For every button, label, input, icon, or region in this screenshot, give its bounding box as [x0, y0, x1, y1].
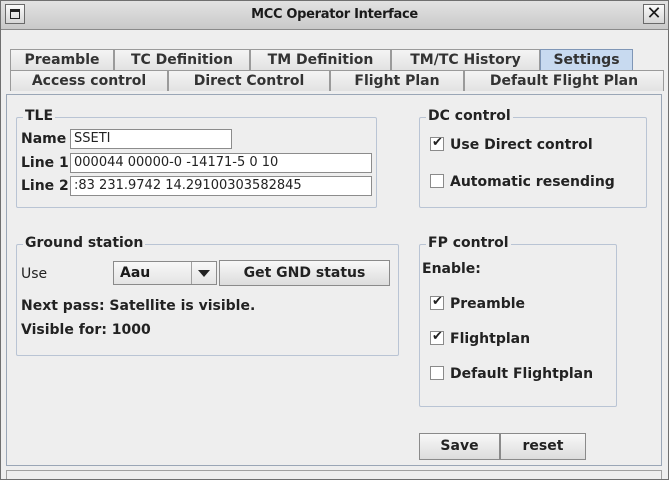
default-flightplan-checkbox[interactable]: Default Flightplan — [430, 366, 593, 382]
enable-label: Enable: — [422, 261, 481, 277]
automatic-resending-checkbox[interactable]: Automatic resending — [430, 174, 615, 190]
fp-control-title: FP control — [426, 235, 511, 251]
get-gnd-status-button[interactable]: Get GND status — [219, 260, 390, 286]
reset-button[interactable]: reset — [500, 433, 586, 460]
tab-row-top: Preamble TC Definition TM Definition TM/… — [10, 49, 660, 70]
title-bar[interactable]: MCC Operator Interface ✕ — [1, 1, 668, 30]
station-select[interactable]: Aau — [113, 261, 217, 285]
tab-preamble[interactable]: Preamble — [10, 49, 114, 70]
checkbox-checked-icon — [430, 294, 444, 310]
window-title: MCC Operator Interface — [251, 7, 418, 22]
flightplan-checkbox[interactable]: Flightplan — [430, 329, 531, 347]
tab-tm-tc-history[interactable]: TM/TC History — [391, 49, 540, 70]
tab-settings[interactable]: Settings — [540, 49, 633, 70]
close-icon[interactable]: ✕ — [643, 4, 665, 24]
settings-panel: TLE Name SSETI Line 1 000044 00000-0 -14… — [6, 94, 662, 466]
visible-for-text: Visible for: 1000 — [21, 322, 151, 338]
dc-control-group: DC control Use Direct control Automatic … — [419, 108, 647, 208]
tab-default-flight-plan[interactable]: Default Flight Plan — [464, 70, 664, 91]
tab-tm-definition[interactable]: TM Definition — [250, 49, 391, 70]
ground-station-title: Ground station — [23, 235, 146, 251]
line2-label: Line 2 — [21, 178, 69, 194]
flightplan-label: Flightplan — [450, 331, 531, 347]
line2-field[interactable]: :83 231.9742 14.29100303582845 — [70, 176, 372, 196]
preamble-label: Preamble — [450, 296, 526, 312]
name-field[interactable]: SSETI — [70, 129, 232, 149]
checkbox-unchecked-icon — [430, 174, 444, 188]
tab-access-control[interactable]: Access control — [10, 70, 168, 91]
chevron-down-icon[interactable] — [191, 262, 216, 284]
tab-direct-control[interactable]: Direct Control — [168, 70, 330, 91]
use-direct-control-checkbox[interactable]: Use Direct control — [430, 135, 593, 153]
save-button[interactable]: Save — [419, 433, 500, 460]
tle-group: TLE Name SSETI Line 1 000044 00000-0 -14… — [16, 108, 377, 208]
checkbox-checked-icon — [430, 329, 444, 345]
tab-tc-definition[interactable]: TC Definition — [114, 49, 250, 70]
tab-row-bottom: Access control Direct Control Flight Pla… — [10, 70, 664, 91]
default-flightplan-label: Default Flightplan — [450, 366, 594, 382]
automatic-resending-label: Automatic resending — [450, 174, 615, 190]
dc-control-title: DC control — [426, 108, 513, 124]
use-direct-control-label: Use Direct control — [450, 137, 593, 153]
mcc-window: MCC Operator Interface ✕ Preamble TC Def… — [0, 0, 669, 480]
station-selected: Aau — [120, 265, 151, 281]
fp-control-group: FP control Enable: Preamble Flightplan D… — [419, 235, 617, 407]
ground-station-group: Ground station Use Aau Get GND status Ne… — [16, 235, 399, 356]
line1-field[interactable]: 000044 00000-0 -14171-5 0 10 — [70, 153, 372, 173]
status-bar — [6, 470, 662, 479]
preamble-checkbox[interactable]: Preamble — [430, 294, 526, 312]
name-label: Name — [21, 131, 67, 147]
checkbox-unchecked-icon — [430, 366, 444, 380]
tab-flight-plan[interactable]: Flight Plan — [330, 70, 464, 91]
checkbox-checked-icon — [430, 135, 444, 151]
line1-label: Line 1 — [21, 155, 69, 171]
tle-title: TLE — [23, 108, 56, 124]
use-label: Use — [21, 266, 48, 282]
next-pass-text: Next pass: Satellite is visible. — [21, 298, 256, 314]
